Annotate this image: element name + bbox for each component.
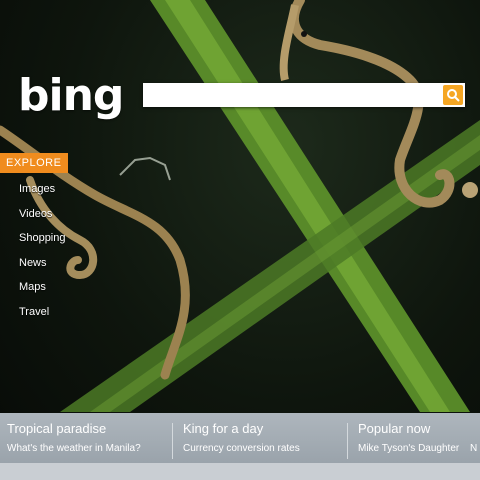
search-bar bbox=[143, 83, 465, 107]
nav-item-shopping[interactable]: Shopping bbox=[19, 231, 66, 256]
footer: Tropical paradise What's the weather in … bbox=[0, 413, 480, 480]
footer-column-popular: Popular now Mike Tyson's Daughter bbox=[358, 421, 459, 461]
search-input[interactable] bbox=[143, 83, 445, 107]
explore-nav: Images Videos Shopping News Maps Travel bbox=[19, 182, 66, 329]
footer-link[interactable]: Mike Tyson's Daughter bbox=[358, 442, 459, 456]
footer-title[interactable]: King for a day bbox=[183, 421, 300, 437]
footer-link-overflow[interactable]: N bbox=[470, 442, 477, 456]
bing-logo[interactable]: bing bbox=[18, 74, 124, 118]
footer-link[interactable]: Currency conversion rates bbox=[183, 442, 300, 456]
footer-link[interactable]: What's the weather in Manila? bbox=[7, 442, 141, 456]
footer-column-king: King for a day Currency conversion rates bbox=[183, 421, 300, 461]
nav-item-maps[interactable]: Maps bbox=[19, 280, 66, 305]
footer-title[interactable]: Popular now bbox=[358, 421, 459, 437]
search-button[interactable] bbox=[443, 85, 463, 105]
search-icon bbox=[447, 89, 460, 102]
nav-item-videos[interactable]: Videos bbox=[19, 207, 66, 232]
footer-divider bbox=[347, 423, 348, 459]
nav-item-news[interactable]: News bbox=[19, 256, 66, 281]
nav-item-travel[interactable]: Travel bbox=[19, 305, 66, 330]
footer-divider bbox=[172, 423, 173, 459]
footer-title[interactable]: Tropical paradise bbox=[7, 421, 141, 437]
nav-item-images[interactable]: Images bbox=[19, 182, 66, 207]
explore-label: EXPLORE bbox=[0, 153, 68, 173]
footer-column-overflow: N bbox=[470, 421, 477, 461]
footer-column-tropical: Tropical paradise What's the weather in … bbox=[7, 421, 141, 461]
